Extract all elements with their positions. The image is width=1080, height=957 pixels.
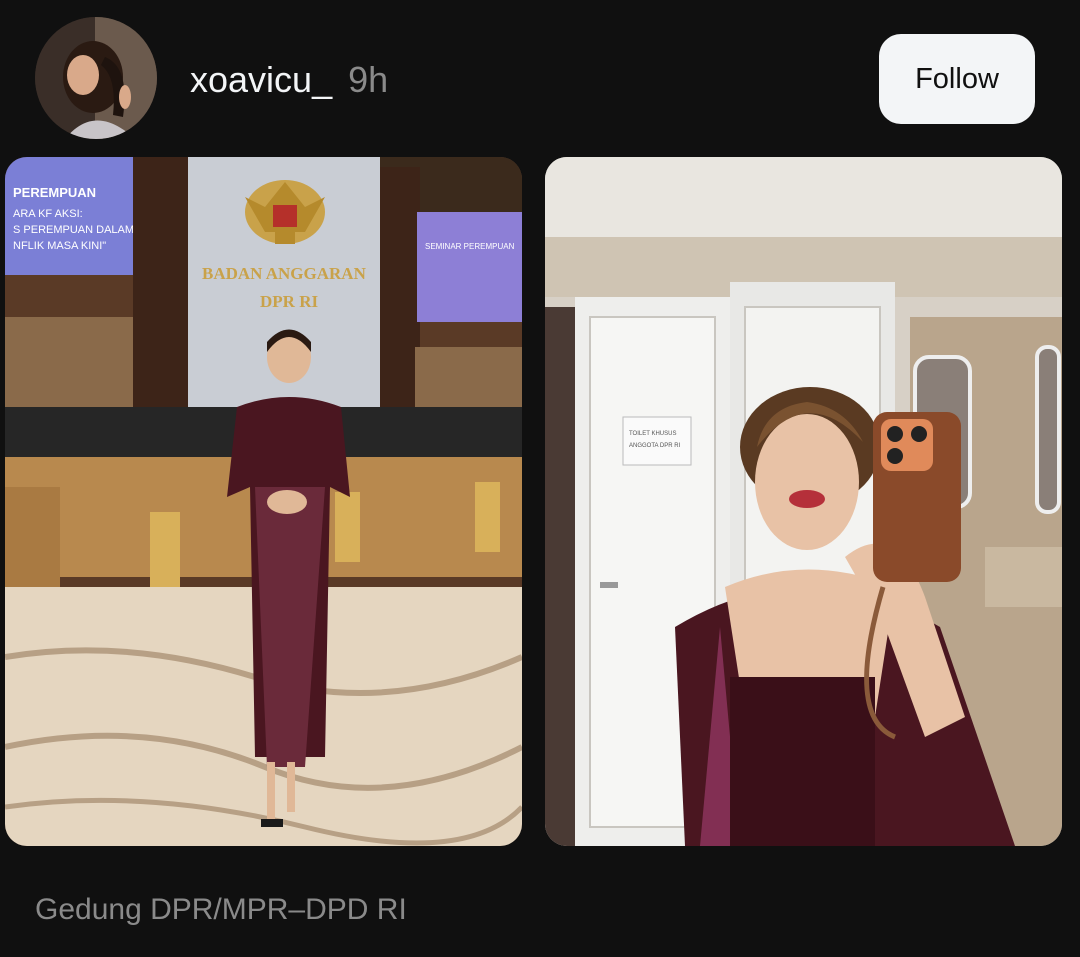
door-sign-line-1: TOILET KHUSUS — [629, 431, 676, 437]
screen-right-line-1: SEMINAR PEREMPUAN — [425, 242, 515, 251]
thread-post: xoavicu_ 9h Follow PEREMPUAN ARA KF AKSI… — [0, 0, 1080, 957]
screen-left-line-2: ARA KF AKSI: — [13, 208, 83, 220]
screen-left-line-1: PEREMPUAN — [13, 185, 96, 200]
wall-sign-line-1: BADAN ANGGARAN — [202, 264, 367, 283]
door-sign-line-2: ANGGOTA DPR RI — [629, 443, 681, 449]
post-photo-1[interactable]: PEREMPUAN ARA KF AKSI: S PEREMPUAN DALAM… — [5, 157, 522, 846]
post-meta: xoavicu_ 9h — [190, 58, 388, 102]
phone-icon — [873, 412, 961, 582]
photo-hall-image: PEREMPUAN ARA KF AKSI: S PEREMPUAN DALAM… — [5, 157, 522, 846]
username[interactable]: xoavicu_ — [190, 59, 332, 100]
screen-left-line-3: S PEREMPUAN DALAM — [13, 224, 134, 236]
garuda-emblem-icon — [245, 180, 325, 244]
screen-left-line-4: NFLIK MASA KINI" — [13, 240, 106, 252]
photo-selfie-image: TOILET KHUSUS ANGGOTA DPR RI — [545, 157, 1062, 846]
avatar[interactable] — [35, 17, 157, 139]
wall-sign-line-2: DPR RI — [260, 292, 318, 311]
post-photo-2[interactable]: TOILET KHUSUS ANGGOTA DPR RI — [545, 157, 1062, 846]
avatar-image — [35, 17, 157, 139]
follow-button[interactable]: Follow — [879, 34, 1035, 124]
post-time: 9h — [348, 59, 389, 100]
location-tag[interactable]: Gedung DPR/MPR–DPD RI — [35, 893, 407, 927]
